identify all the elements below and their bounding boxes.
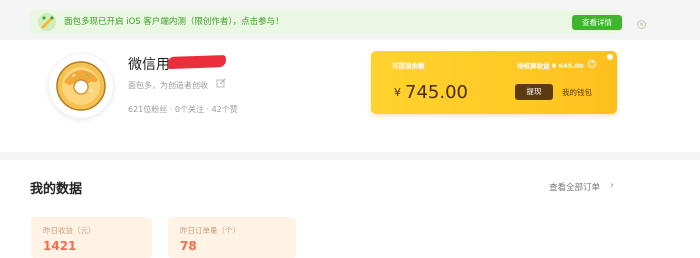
username: 微信用	[128, 57, 170, 73]
withdraw-button[interactable]: 提现	[515, 84, 553, 100]
banner-message: 面包多现已开启 iOS 客户端内测（限创作者），点击参与！	[64, 17, 284, 27]
currency-symbol: ¥	[394, 86, 401, 99]
my-wallet-link[interactable]: 我的钱包	[562, 87, 592, 98]
edit-icon[interactable]	[216, 78, 226, 88]
stat-card-yesterday-orders[interactable]: 昨日订单量（个） 78	[168, 217, 296, 258]
redaction-mark	[167, 54, 227, 70]
wallet-card: 可提现余额 待结算收益 ¥ 645.00 ? ¥745.00 提现 我的钱包	[371, 51, 617, 114]
decorative-dot	[607, 54, 613, 60]
gift-icon	[38, 13, 56, 31]
section-title: 我的数据	[30, 182, 83, 197]
stat-label: 昨日收益（元）	[43, 226, 96, 235]
pending-earnings: 待结算收益 ¥ 645.00	[517, 62, 584, 70]
balance-value: 745.00	[405, 82, 468, 103]
view-details-button[interactable]: 查看详情	[572, 15, 622, 30]
profile-intro: 面包多，为创造者创收	[128, 81, 208, 90]
stat-value: 78	[180, 239, 197, 253]
profile-panel: 微信用 面包多，为创造者创收 621位粉丝 · 0个关注 · 42个赞 可提现余…	[0, 40, 700, 152]
close-icon[interactable]: ×	[637, 20, 646, 29]
chevron-right-icon[interactable]: ›	[610, 180, 614, 191]
announcement-banner: 面包多现已开启 iOS 客户端内测（限创作者），点击参与！ 查看详情 ×	[30, 10, 646, 34]
stat-label: 昨日订单量（个）	[180, 226, 240, 235]
stat-card-yesterday-earnings[interactable]: 昨日收益（元） 1421	[31, 217, 152, 258]
help-icon[interactable]: ?	[588, 60, 596, 68]
my-data-section: 我的数据 查看全部订单 › 昨日收益（元） 1421 昨日订单量（个） 78	[0, 160, 700, 258]
view-all-orders-link[interactable]: 查看全部订单	[549, 181, 600, 193]
withdrawable-balance-label: 可提现余额	[392, 62, 425, 70]
balance-amount: ¥745.00	[394, 82, 468, 103]
donut-avatar-icon	[56, 61, 106, 111]
stat-value: 1421	[43, 239, 77, 253]
profile-stats: 621位粉丝 · 0个关注 · 42个赞	[128, 105, 238, 114]
avatar[interactable]	[49, 54, 113, 118]
